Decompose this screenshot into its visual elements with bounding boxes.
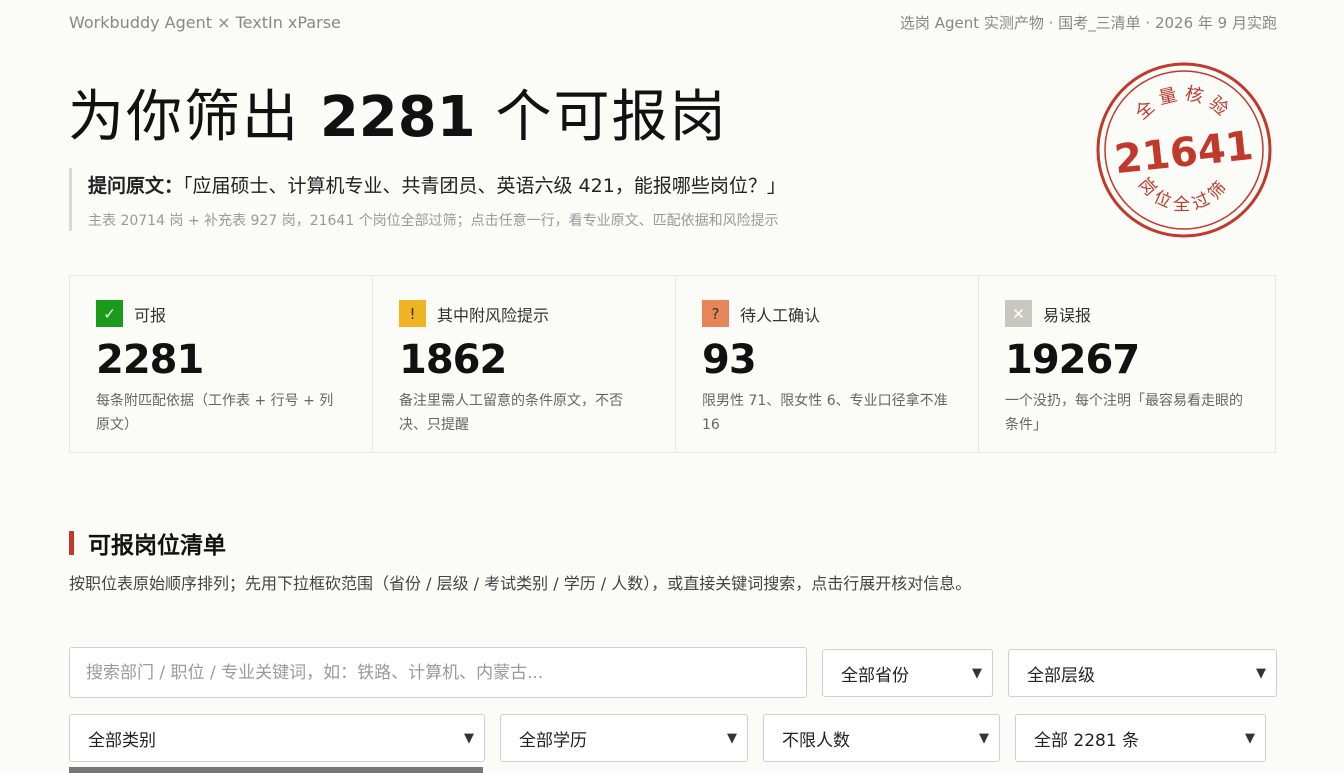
stat-label: 易误报	[1043, 305, 1092, 325]
stat-card-risk: ! 其中附风险提示 1862 备注里需人工留意的条件原文，不否决、只提醒	[373, 276, 676, 452]
select-value: 全部学历	[519, 730, 587, 751]
stat-card-pending: ? 待人工确认 93 限男性 71、限女性 6、专业口径拿不准 16	[676, 276, 979, 452]
stat-value: 19267	[1005, 337, 1140, 383]
province-select[interactable]: 全部省份 ▼	[822, 649, 993, 697]
stat-value: 2281	[96, 337, 204, 383]
chevron-down-icon: ▼	[972, 665, 982, 681]
select-value: 全部省份	[841, 665, 909, 686]
headcount-select[interactable]: 不限人数 ▼	[763, 714, 1000, 762]
question-line: 提问原文：「应届硕士、计算机专业、共青团员、英语六级 421，能报哪些岗位？」	[88, 171, 988, 198]
check-icon: ✓	[96, 300, 123, 327]
search-input[interactable]	[69, 647, 807, 698]
section-title-text: 可报岗位清单	[88, 533, 226, 559]
chevron-down-icon: ▼	[464, 730, 474, 746]
stat-value: 93	[702, 337, 757, 383]
stat-head: ? 待人工确认	[702, 300, 952, 327]
question-quote: 提问原文：「应届硕士、计算机专业、共青团员、英语六级 421，能报哪些岗位？」 …	[69, 168, 988, 231]
stat-head: ✓ 可报	[96, 300, 346, 327]
chevron-down-icon: ▼	[1256, 665, 1266, 681]
stat-label: 待人工确认	[740, 305, 821, 325]
section-description: 按职位表原始顺序排列；先用下拉框砍范围（省份 / 层级 / 考试类别 / 学历 …	[69, 574, 972, 593]
table-header-strip	[69, 767, 483, 773]
stat-value: 1862	[399, 337, 507, 383]
chevron-down-icon: ▼	[979, 730, 989, 746]
stat-label: 其中附风险提示	[437, 305, 550, 325]
title-prefix: 为你筛出	[68, 85, 300, 150]
question-icon: ?	[702, 300, 729, 327]
stat-desc: 备注里需人工留意的条件原文，不否决、只提醒	[399, 393, 623, 433]
warning-icon: !	[399, 300, 426, 327]
select-value: 不限人数	[782, 730, 850, 751]
category-select[interactable]: 全部类别 ▼	[69, 714, 485, 762]
section-title: 可报岗位清单	[69, 526, 226, 560]
close-icon: ✕	[1005, 300, 1032, 327]
stats-panel: ✓ 可报 2281 每条附匹配依据（工作表 + 行号 + 列原文） ! 其中附风…	[69, 275, 1276, 453]
stat-head: ! 其中附风险提示	[399, 300, 649, 327]
education-select[interactable]: 全部学历 ▼	[500, 714, 748, 762]
stat-card-eligible: ✓ 可报 2281 每条附匹配依据（工作表 + 行号 + 列原文）	[70, 276, 373, 452]
brand-text: Workbuddy Agent × TextIn xParse	[69, 13, 341, 32]
stat-desc: 一个没扔，每个注明「最容易看走眼的条件」	[1005, 393, 1243, 433]
stamp-number: 21641	[1112, 123, 1255, 183]
stat-desc: 限男性 71、限女性 6、专业口径拿不准 16	[702, 393, 948, 433]
stamp-top-text: 全量核验	[1131, 83, 1236, 124]
stat-head: ✕ 易误报	[1005, 300, 1255, 327]
select-value: 全部类别	[88, 730, 156, 751]
chevron-down-icon: ▼	[1245, 730, 1255, 746]
verification-stamp: 全量核验 21641 岗位全过筛	[1096, 62, 1272, 238]
total-select[interactable]: 全部 2281 条 ▼	[1015, 714, 1266, 762]
question-subtext: 主表 20714 岗 + 补充表 927 岗，21641 个岗位全部过筛；点击任…	[88, 213, 779, 229]
top-bar: Workbuddy Agent × TextIn xParse 选岗 Agent…	[69, 12, 1277, 33]
page-title: 为你筛出 2281 个可报岗	[68, 72, 727, 153]
select-value: 全部层级	[1027, 665, 1095, 686]
title-count: 2281	[319, 85, 476, 150]
level-select[interactable]: 全部层级 ▼	[1008, 649, 1277, 697]
section-accent-bar	[69, 531, 74, 555]
select-value: 全部 2281 条	[1034, 730, 1140, 751]
stat-desc: 每条附匹配依据（工作表 + 行号 + 列原文）	[96, 393, 334, 433]
chevron-down-icon: ▼	[727, 730, 737, 746]
run-info: 选岗 Agent 实测产物 · 国考_三清单 · 2026 年 9 月实跑	[899, 14, 1277, 32]
question-label: 提问原文：	[88, 175, 184, 197]
stat-card-misreport: ✕ 易误报 19267 一个没扔，每个注明「最容易看走眼的条件」	[979, 276, 1281, 452]
title-suffix: 个可报岗	[495, 85, 728, 150]
question-text: 「应届硕士、计算机专业、共青团员、英语六级 421，能报哪些岗位？」	[183, 175, 786, 197]
stamp-bottom-text: 岗位全过筛	[1134, 174, 1234, 215]
stat-label: 可报	[134, 305, 167, 325]
